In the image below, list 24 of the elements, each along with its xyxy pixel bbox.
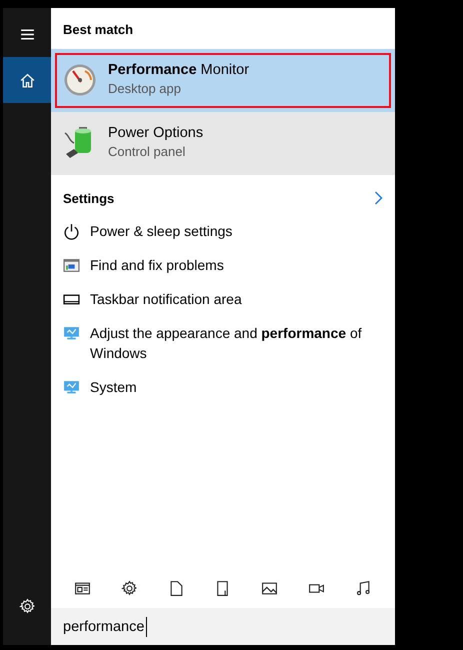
- apps-icon: [74, 580, 91, 596]
- section-heading: Settings: [63, 190, 114, 208]
- search-field[interactable]: performance: [51, 608, 395, 645]
- music-icon: [354, 580, 372, 596]
- chevron-icon[interactable]: [374, 191, 383, 206]
- section-heading: Best match: [62, 21, 134, 39]
- home-icon: [18, 72, 36, 88]
- settings-icon: [120, 580, 138, 596]
- monitor-icon: [63, 325, 80, 342]
- search-result[interactable]: Power Options Control panel: [51, 112, 395, 174]
- window-icon: [63, 257, 80, 274]
- settings-result[interactable]: Taskbar notification area: [51, 282, 395, 316]
- monitor-icon: [63, 379, 80, 396]
- gauge-icon: [63, 63, 97, 97]
- document-icon: [168, 580, 185, 596]
- settings-result[interactable]: Find and fix problems: [51, 248, 395, 282]
- settings-result[interactable]: System: [51, 370, 395, 404]
- photo-icon: [261, 580, 278, 596]
- home-button[interactable]: [3, 57, 51, 103]
- power-icon: [63, 223, 80, 240]
- settings-icon: [18, 598, 36, 614]
- search-result[interactable]: Performance Monitor Desktop app: [51, 48, 395, 112]
- settings-result[interactable]: Power & sleep settings: [51, 214, 395, 248]
- settings-result[interactable]: Adjust the appearance and performance of Windows: [51, 316, 395, 370]
